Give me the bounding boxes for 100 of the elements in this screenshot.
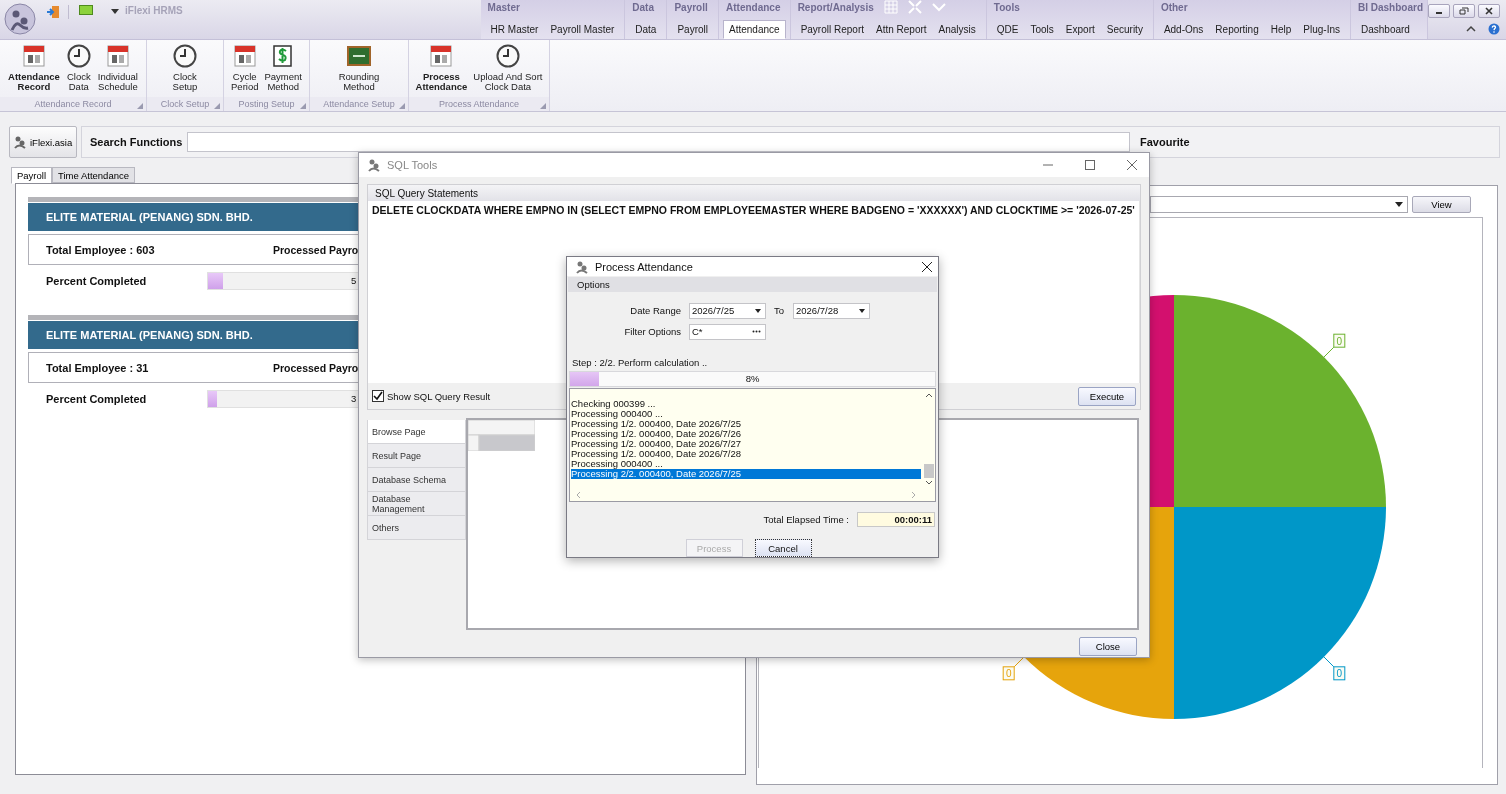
restore-icon — [1459, 7, 1469, 15]
ribbon-button[interactable]: Upload And Sort Clock Data — [471, 40, 545, 97]
dropdown-arrow-icon[interactable] — [755, 308, 761, 313]
close-button[interactable]: Close — [1079, 637, 1137, 656]
scroll-up-icon[interactable] — [924, 392, 933, 398]
menu-group-label: Tools — [993, 1, 1020, 13]
percent-label: Percent Completed — [46, 275, 148, 287]
dropdown-arrow-icon[interactable] — [859, 308, 865, 313]
log-entry[interactable]: Processing 2/2. 000400, Date 2026/7/25 — [571, 468, 921, 479]
step-text: Step : 2/2. Perform calculation .. — [572, 356, 709, 368]
checkbox[interactable] — [372, 390, 384, 402]
menu-tab[interactable]: Security — [1100, 20, 1149, 39]
log-entry[interactable]: Processing 000400 ... — [571, 408, 921, 419]
scroll-down-icon[interactable] — [924, 479, 933, 485]
tab[interactable]: Time Attendance — [52, 167, 135, 183]
maximize-icon[interactable] — [1085, 160, 1095, 170]
page-tab[interactable]: Database Management — [367, 492, 466, 516]
ellipsis-icon[interactable] — [752, 330, 761, 334]
menu-tab[interactable]: Analysis — [932, 20, 982, 39]
tag-icon[interactable] — [79, 5, 93, 15]
dialog-launcher-icon[interactable] — [399, 103, 405, 109]
dialog-launcher-icon[interactable] — [214, 103, 220, 109]
collapse-caret-icon[interactable] — [1466, 25, 1476, 33]
date-from-select[interactable]: 2026/7/25 — [689, 302, 766, 319]
dialog-launcher-icon[interactable] — [137, 103, 143, 109]
ribbon-group-label: Process Attendance — [438, 99, 520, 109]
page-tab[interactable]: Database Schema — [367, 468, 466, 492]
dialog-launcher-icon[interactable] — [300, 103, 306, 109]
date-to-select[interactable]: 2026/7/28 — [793, 302, 870, 319]
slice-value-label: 0 — [1323, 656, 1346, 681]
window-title: SQL Tools — [387, 159, 438, 171]
menu-tab[interactable]: QDE — [990, 20, 1025, 39]
processed-payroll-text: Processed Payro — [273, 243, 359, 256]
app-logo-icon[interactable] — [4, 3, 36, 35]
door-exit-icon[interactable] — [46, 5, 60, 19]
execute-button[interactable]: Execute — [1078, 386, 1136, 406]
ribbon-button[interactable]: Process Attendance — [413, 40, 470, 97]
search-field[interactable] — [187, 132, 1130, 152]
page-tab[interactable]: Others — [367, 516, 466, 540]
log-entry[interactable]: Processing 1/2. 000400, Date 2026/7/26 — [571, 428, 921, 439]
brand-button[interactable]: iFlexi.asia — [9, 126, 77, 158]
ribbon-group-label: Attendance Record — [34, 99, 112, 109]
calendar-icon — [231, 43, 258, 69]
menu-tab[interactable]: Reporting — [1209, 20, 1265, 39]
menu-tab[interactable]: Add-Ons — [1157, 20, 1210, 39]
close-icon[interactable] — [922, 261, 932, 272]
log-entry[interactable]: Processing 1/2. 000400, Date 2026/7/28 — [571, 448, 921, 459]
dialog-launcher-icon[interactable] — [540, 103, 546, 109]
view-button[interactable]: View — [1412, 196, 1471, 213]
menu-tab[interactable]: Dashboard — [1355, 20, 1416, 39]
ribbon-button[interactable]: Rounding Method — [336, 40, 382, 97]
log-entry[interactable]: Processing 000400 ... — [571, 458, 921, 469]
elapsed-label: Total Elapsed Time : — [763, 514, 849, 525]
dialog-title: Process Attendance — [595, 260, 693, 273]
ribbon-button[interactable]: Attendance Record — [6, 40, 62, 97]
close-icon — [1484, 7, 1494, 15]
menu-tab[interactable]: Payroll — [671, 20, 714, 39]
scroll-thumb[interactable] — [923, 463, 934, 478]
clock-icon — [494, 43, 521, 69]
favourite-label: Favourite — [1140, 136, 1191, 148]
menu-tab[interactable]: Export — [1059, 20, 1101, 39]
checkbox-label[interactable]: Show SQL Query Result — [387, 390, 491, 402]
scroll-right-icon[interactable] — [911, 490, 916, 499]
progress-reading: 5 — [351, 275, 357, 286]
menu-tab[interactable]: Attendance — [723, 20, 786, 39]
dialog-button[interactable]: Cancel — [754, 539, 812, 557]
page-tab[interactable]: Result Page — [367, 444, 466, 468]
ribbon-button[interactable]: Clock Data — [63, 40, 94, 97]
scrollbar[interactable] — [1138, 201, 1140, 383]
menu-group-label: Attendance — [726, 1, 781, 13]
menu-tab[interactable]: Payroll Master — [544, 20, 621, 39]
ribbon-button[interactable]: Payment Method — [262, 40, 304, 97]
minimize-button[interactable] — [1428, 4, 1450, 18]
menu-tab[interactable]: Attn Report — [870, 20, 933, 39]
ribbon-group-label: Posting Setup — [238, 99, 295, 109]
progress-reading: 8% — [744, 372, 761, 384]
close-button[interactable] — [1478, 4, 1500, 18]
filter-field[interactable]: C* — [689, 323, 766, 340]
ribbon-button[interactable]: Clock Setup — [170, 40, 200, 97]
ribbon-button[interactable]: Cycle Period — [229, 40, 261, 97]
menu-tab[interactable]: HR Master — [484, 20, 545, 39]
help-icon[interactable] — [1488, 23, 1500, 35]
log-entry[interactable]: Processing 1/2. 000400, Date 2026/7/25 — [571, 418, 921, 429]
menu-tab[interactable]: Help — [1264, 20, 1298, 39]
caret-icon[interactable] — [111, 9, 119, 14]
menu-tab[interactable]: Plug-Ins — [1297, 20, 1346, 39]
app-icon — [13, 135, 27, 149]
menu-group-label: Payroll — [674, 1, 708, 13]
ribbon-button[interactable]: Individual Schedule — [95, 40, 140, 97]
dropdown-arrow-icon[interactable] — [1395, 202, 1403, 207]
scroll-left-icon[interactable] — [576, 490, 581, 499]
menu-tab[interactable]: Data — [629, 20, 663, 39]
log-entry[interactable]: Processing 1/2. 000400, Date 2026/7/27 — [571, 438, 921, 449]
menu-tab[interactable]: Tools — [1024, 20, 1060, 39]
menu-group-label: Data — [632, 1, 654, 13]
to-label: To — [774, 305, 785, 317]
menu-tab[interactable]: Payroll Report — [794, 20, 870, 39]
log-entry[interactable]: Checking 000399 ... — [571, 398, 921, 409]
page-tab[interactable]: Browse Page — [367, 420, 466, 444]
calendar-icon — [20, 43, 47, 69]
